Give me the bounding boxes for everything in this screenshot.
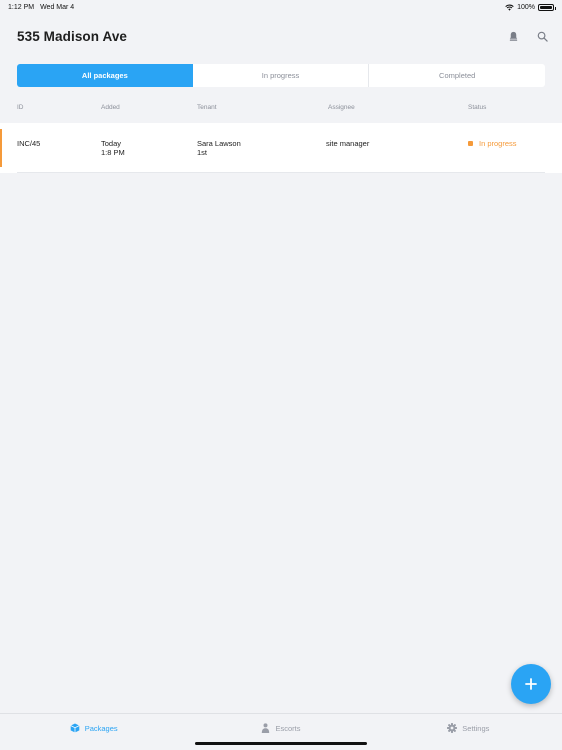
row-added: Today 1:8 PM	[101, 139, 125, 157]
home-indicator	[195, 742, 367, 745]
row-tenant-name: Sara Lawson	[197, 139, 241, 148]
row-added-day: Today	[101, 139, 122, 148]
header: 535 Madison Ave	[17, 26, 548, 46]
bell-icon[interactable]	[508, 31, 519, 42]
column-header-added: Added	[101, 104, 120, 111]
column-header-assignee: Assignee	[328, 104, 355, 111]
wifi-icon	[505, 4, 514, 11]
status-date: Wed Mar 4	[40, 3, 75, 11]
add-package-button[interactable]	[511, 664, 551, 704]
tab-packages[interactable]: Packages	[0, 723, 187, 750]
battery-percent: 100%	[517, 3, 535, 11]
package-icon	[70, 723, 80, 733]
row-assignee: site manager	[326, 139, 370, 148]
row-added-time: 1:8 PM	[101, 148, 125, 157]
tab-settings[interactable]: Settings	[375, 723, 562, 750]
tab-escorts[interactable]: Escorts	[187, 723, 374, 750]
row-id: INC/45	[17, 139, 41, 148]
filter-segmented-control: All packages In progress Completed	[17, 64, 545, 87]
tab-packages-label: Packages	[84, 723, 118, 733]
column-header-status: Status	[468, 104, 487, 111]
tab-completed[interactable]: Completed	[369, 64, 545, 87]
tab-all-packages[interactable]: All packages	[17, 64, 193, 87]
column-header-tenant: Tenant	[197, 104, 217, 111]
column-header-id: ID	[17, 104, 24, 111]
plus-icon	[525, 678, 537, 690]
search-icon[interactable]	[537, 31, 548, 42]
gear-icon	[447, 723, 458, 733]
page-title: 535 Madison Ave	[17, 28, 128, 44]
table-row[interactable]: INC/45 Today 1:8 PM Sara Lawson 1st site…	[0, 123, 562, 173]
row-tenant-unit: 1st	[197, 148, 208, 157]
status-dot-icon	[468, 141, 473, 146]
row-status: In progress	[468, 139, 517, 148]
tab-escorts-label: Escorts	[275, 723, 301, 733]
row-status-accent	[0, 129, 2, 167]
table-header: ID Added Tenant Assignee Status	[0, 104, 562, 114]
status-time: 1:12 PM	[8, 3, 35, 11]
tab-in-progress[interactable]: In progress	[193, 64, 370, 87]
tab-settings-label: Settings	[462, 723, 490, 733]
row-status-label: In progress	[479, 139, 517, 148]
person-icon	[262, 723, 270, 733]
row-tenant: Sara Lawson 1st	[197, 139, 241, 157]
status-bar: 1:12 PM Wed Mar 4 100%	[0, 0, 562, 14]
row-divider	[17, 172, 545, 173]
battery-icon	[538, 3, 556, 11]
